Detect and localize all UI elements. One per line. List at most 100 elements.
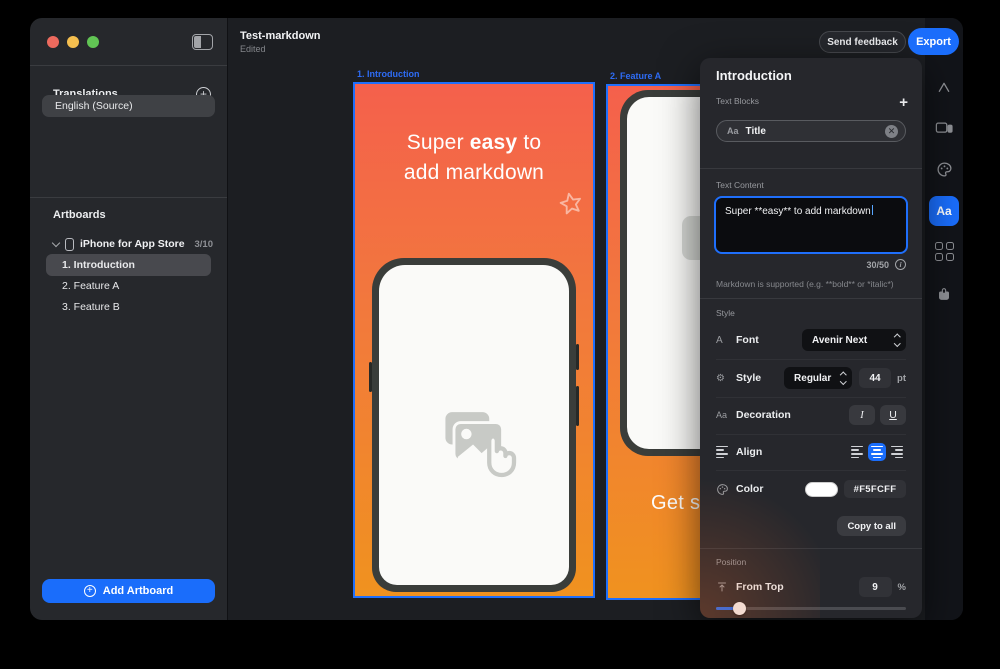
artboard1-canvas-label[interactable]: 1. Introduction xyxy=(357,69,420,79)
style-label: Style xyxy=(736,372,761,384)
decoration-label: Decoration xyxy=(736,409,791,421)
select-chevrons-icon xyxy=(895,335,900,345)
markdown-hint: Markdown is supported (e.g. **bold** or … xyxy=(716,279,908,289)
size-unit: pt xyxy=(897,373,906,384)
text-block-chip-title[interactable]: Aa Title ✕ xyxy=(716,120,906,142)
from-top-row: From Top 9 % xyxy=(716,576,906,598)
zoom-window-button[interactable] xyxy=(87,36,99,48)
color-row: Color #F5FCFF xyxy=(716,475,906,503)
add-artboard-label: Add Artboard xyxy=(103,585,173,597)
add-artboard-button[interactable]: + Add Artboard xyxy=(42,579,215,603)
assets-bag-icon[interactable] xyxy=(925,282,963,304)
phone-side-button xyxy=(576,386,579,426)
left-sidebar: Translations + English (Source) Artboard… xyxy=(30,18,228,620)
phone-device-icon xyxy=(65,238,74,251)
select-chevrons-icon xyxy=(841,373,846,383)
char-counter: 30/50 xyxy=(866,260,889,270)
divider xyxy=(716,470,906,471)
divider xyxy=(700,298,922,299)
color-swatch[interactable] xyxy=(805,482,838,497)
position-section-label: Position xyxy=(716,557,746,567)
artboard2-canvas-label[interactable]: 2. Feature A xyxy=(610,71,661,81)
align-left-button[interactable] xyxy=(848,443,866,461)
star-icon xyxy=(557,190,585,223)
align-right-button[interactable] xyxy=(888,443,906,461)
image-placeholder-icon[interactable] xyxy=(426,405,522,490)
align-lines-icon xyxy=(716,446,736,458)
inspector-panel: Introduction Text Blocks + Aa Title ✕ Te… xyxy=(700,58,922,618)
remove-chip-icon[interactable]: ✕ xyxy=(885,125,898,138)
document-status: Edited xyxy=(240,44,320,54)
from-top-slider[interactable] xyxy=(716,602,906,615)
document-title-block: Test-markdown Edited xyxy=(240,30,320,54)
divider xyxy=(716,434,906,435)
decoration-row: Aa Decoration I U xyxy=(716,401,906,429)
sidebar-item-feature-b[interactable]: 3. Feature B xyxy=(46,296,211,318)
slider-thumb[interactable] xyxy=(733,602,746,615)
italic-button[interactable]: I xyxy=(849,405,875,425)
sidebar-item-introduction[interactable]: 1. Introduction xyxy=(46,254,211,276)
inspector-title: Introduction xyxy=(716,68,792,83)
artboard-introduction[interactable]: Super easy to add markdown xyxy=(353,82,595,598)
align-center-button[interactable] xyxy=(868,443,886,461)
artboard-group-label: iPhone for App Store xyxy=(80,238,189,250)
chip-label: Title xyxy=(746,126,878,137)
text-style-icon: Aa xyxy=(727,126,739,136)
font-row: A Font Avenir Next xyxy=(716,326,906,354)
add-text-block-icon[interactable]: + xyxy=(899,94,908,111)
phone-screen[interactable] xyxy=(379,265,569,585)
char-counter-row: 30/50 i xyxy=(866,259,906,270)
divider xyxy=(30,197,227,198)
text-content-input[interactable]: Super **easy** to add markdown xyxy=(714,196,908,254)
divider xyxy=(716,397,906,398)
font-value: Avenir Next xyxy=(812,335,887,346)
font-icon: A xyxy=(716,335,736,346)
chevron-down-icon[interactable] xyxy=(52,238,60,246)
sidebar-toggle-icon[interactable] xyxy=(192,34,213,50)
app-window: Translations + English (Source) Artboard… xyxy=(30,18,963,620)
window-controls xyxy=(47,36,99,48)
info-icon[interactable]: i xyxy=(895,259,906,270)
text-tool-active[interactable]: Aa xyxy=(929,196,959,226)
device-frame-icon[interactable] xyxy=(925,118,963,138)
weight-select[interactable]: Regular xyxy=(784,367,852,389)
document-title: Test-markdown xyxy=(240,30,320,42)
divider xyxy=(700,168,922,169)
font-size-field[interactable]: 44 xyxy=(859,368,891,388)
phone-mockup xyxy=(372,258,576,592)
artboards-header: Artboards xyxy=(53,209,106,221)
from-top-icon xyxy=(716,581,736,593)
grid-tool-icon[interactable] xyxy=(925,241,963,261)
from-top-unit: % xyxy=(898,582,906,593)
color-hex-field[interactable]: #F5FCFF xyxy=(844,480,906,498)
close-window-button[interactable] xyxy=(47,36,59,48)
font-select[interactable]: Avenir Next xyxy=(802,329,906,351)
screenshot-stage: Translations + English (Source) Artboard… xyxy=(0,0,1000,669)
divider xyxy=(30,65,227,66)
plus-circle-icon: + xyxy=(84,585,96,597)
weight-value: Regular xyxy=(794,373,833,384)
artboard-count-badge: 3/10 xyxy=(195,239,214,250)
style-row: ⚙ Style Regular 44 pt xyxy=(716,364,906,392)
divider xyxy=(700,548,922,549)
align-row: Align xyxy=(716,438,906,466)
phone-side-button xyxy=(369,362,372,392)
palette-tool-icon[interactable] xyxy=(925,159,963,179)
underline-button[interactable]: U xyxy=(880,405,906,425)
from-top-field[interactable]: 9 xyxy=(859,577,892,597)
color-label: Color xyxy=(736,483,763,495)
artboard-group-row[interactable]: iPhone for App Store 3/10 xyxy=(53,236,213,252)
right-tool-rail: Aa xyxy=(925,18,963,620)
language-item[interactable]: English (Source) xyxy=(42,95,215,117)
sidebar-item-feature-a[interactable]: 2. Feature A xyxy=(46,275,211,297)
text-content-label: Text Content xyxy=(716,180,764,190)
decoration-icon: Aa xyxy=(716,410,736,420)
text-blocks-label: Text Blocks xyxy=(716,96,759,106)
from-top-label: From Top xyxy=(736,581,784,593)
pointer-tool-icon[interactable] xyxy=(925,78,963,98)
copy-to-all-button[interactable]: Copy to all xyxy=(837,516,906,536)
align-label: Align xyxy=(736,446,762,458)
minimize-window-button[interactable] xyxy=(67,36,79,48)
export-button[interactable]: Export xyxy=(908,28,959,55)
send-feedback-button[interactable]: Send feedback xyxy=(819,31,906,53)
